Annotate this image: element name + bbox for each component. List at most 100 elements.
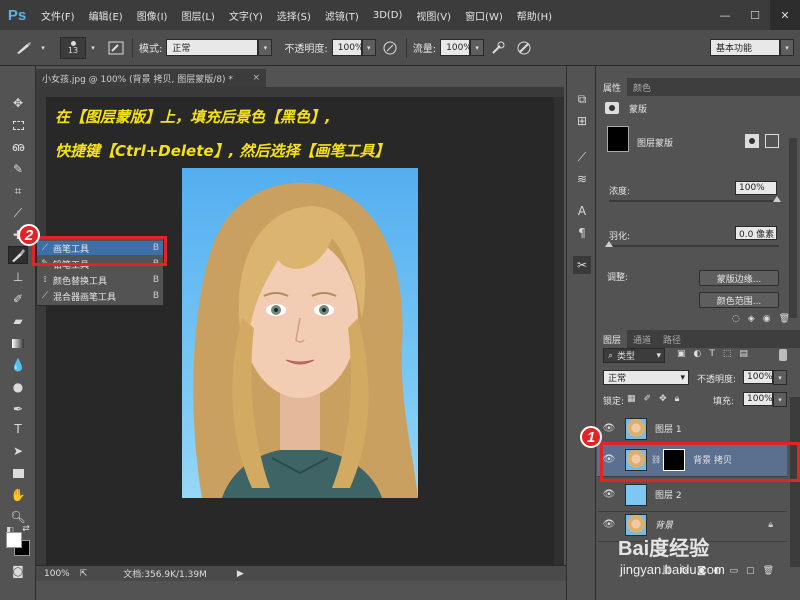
menu-image[interactable]: 图像(I) xyxy=(130,8,175,23)
mask-edge-button[interactable]: 蒙版边缘... xyxy=(699,270,779,286)
blur-tool-icon[interactable]: 💧 xyxy=(8,356,28,374)
brush-size-picker[interactable]: 13 xyxy=(60,36,86,59)
vector-mask-icon[interactable] xyxy=(765,134,779,148)
zoom-level[interactable]: 100% xyxy=(44,569,70,579)
close-window-button[interactable]: ✕ xyxy=(770,0,800,30)
airbrush-icon[interactable] xyxy=(488,38,508,58)
character-panel-icon[interactable]: A xyxy=(573,202,591,220)
export-icon[interactable]: ⇱ xyxy=(80,569,88,579)
visibility-eye-icon[interactable]: 👁︎ xyxy=(597,489,621,500)
history-panel-icon[interactable]: ⧉ xyxy=(573,90,591,108)
feather-input[interactable]: 0.0 像素 xyxy=(735,226,777,240)
brush-panel-icon[interactable]: ⟋ xyxy=(573,148,591,166)
brush-size-chevron-icon[interactable]: ▾ xyxy=(86,39,100,56)
tab-layers[interactable]: 图层 xyxy=(597,330,628,348)
delete-layer-icon[interactable]: 🗑︎ xyxy=(763,566,774,580)
menu-select[interactable]: 选择(S) xyxy=(270,8,318,23)
new-layer-icon[interactable]: ▢ xyxy=(746,566,755,580)
quick-mask-icon[interactable]: ◙ xyxy=(8,562,28,580)
density-input[interactable]: 100% xyxy=(735,181,777,195)
vertical-scrollbar[interactable] xyxy=(554,97,564,565)
opacity-input[interactable]: 100% xyxy=(331,39,363,56)
blend-mode-select[interactable]: 正常 ▾ xyxy=(603,370,689,385)
brush-presets-icon[interactable]: ≋ xyxy=(573,170,591,188)
feather-slider[interactable] xyxy=(609,245,779,247)
mode-select[interactable]: 正常 xyxy=(166,39,259,56)
lock-transparent-icon[interactable]: ▦ xyxy=(627,394,636,404)
toggle-mask-icon[interactable]: ◉ xyxy=(763,314,771,328)
filter-shape-icon[interactable]: ⬚ xyxy=(723,349,732,359)
menu-window[interactable]: 窗口(W) xyxy=(458,8,510,23)
filter-pixel-icon[interactable]: ▣ xyxy=(677,349,686,359)
brush-preset-chevron-icon[interactable]: ▾ xyxy=(36,39,50,56)
shape-tool-icon[interactable] xyxy=(8,464,28,482)
close-tab-icon[interactable]: × xyxy=(252,73,260,83)
document-tab[interactable]: 小女孩.jpg @ 100% (背景 拷贝, 图层蒙版/8) * × xyxy=(36,69,266,87)
filter-adjustment-icon[interactable]: ◐ xyxy=(694,349,702,359)
crop-tool-icon[interactable]: ⌗ xyxy=(8,182,28,200)
dodge-tool-icon[interactable]: ● xyxy=(8,378,28,396)
history-brush-tool-icon[interactable]: ✐ xyxy=(8,290,28,308)
lock-position-icon[interactable]: ✥ xyxy=(659,394,667,404)
density-slider[interactable] xyxy=(609,200,779,202)
gradient-tool-icon[interactable] xyxy=(8,334,28,352)
minimize-button[interactable]: — xyxy=(710,0,740,30)
menu-layer[interactable]: 图层(L) xyxy=(174,8,221,23)
flow-input[interactable]: 100% xyxy=(440,39,472,56)
menu-edit[interactable]: 编辑(E) xyxy=(82,8,130,23)
new-group-icon[interactable]: ▭ xyxy=(730,566,739,580)
properties-scrollbar[interactable] xyxy=(789,138,797,318)
menu-type[interactable]: 文字(Y) xyxy=(222,8,270,23)
tab-properties[interactable]: 属性 xyxy=(597,78,628,96)
apply-mask-icon[interactable]: ◈ xyxy=(748,314,755,328)
status-menu-arrow-icon[interactable]: ▶ xyxy=(237,569,244,579)
clone-stamp-tool-icon[interactable]: ⊥ xyxy=(8,268,28,286)
tool-presets-icon[interactable]: ✂ xyxy=(573,256,591,274)
flyout-item-color-replace[interactable]: ⟟ 颜色替换工具 B xyxy=(37,273,163,287)
layer-filter-select[interactable]: ⌕ 类型 ▾ xyxy=(603,348,665,363)
layer-row-layer2[interactable]: 👁︎ 图层 2 xyxy=(597,478,787,512)
paragraph-panel-icon[interactable]: ¶ xyxy=(573,224,591,242)
workspace-select[interactable]: 基本功能 xyxy=(710,39,780,56)
brush-tool-icon[interactable] xyxy=(8,246,28,264)
filter-type-icon[interactable]: T xyxy=(709,349,715,359)
brush-preset-icon[interactable] xyxy=(14,38,34,58)
lock-all-icon[interactable]: 🔒︎ xyxy=(675,394,680,404)
eraser-tool-icon[interactable]: ▰ xyxy=(8,312,28,330)
menu-3d[interactable]: 3D(D) xyxy=(366,10,410,21)
flyout-item-mixer-brush[interactable]: ⟋ 混合器画笔工具 B xyxy=(37,289,163,303)
hand-tool-icon[interactable]: ✋ xyxy=(8,486,28,504)
tab-paths[interactable]: 路径 xyxy=(657,330,687,348)
pressure-size-icon[interactable] xyxy=(514,38,534,58)
menu-help[interactable]: 帮助(H) xyxy=(510,8,559,23)
type-tool-icon[interactable]: T xyxy=(8,420,28,438)
tab-color[interactable]: 颜色 xyxy=(627,78,657,96)
layers-scrollbar[interactable] xyxy=(790,397,800,567)
density-slider-knob[interactable] xyxy=(773,196,781,202)
maximize-button[interactable]: ☐ xyxy=(740,0,770,30)
lasso-tool-icon[interactable]: ഌ xyxy=(8,138,28,156)
filter-smart-icon[interactable]: ▤ xyxy=(739,349,748,359)
layer-opacity-chevron-icon[interactable]: ▾ xyxy=(773,370,787,385)
menu-filter[interactable]: 滤镜(T) xyxy=(318,8,366,23)
color-range-button[interactable]: 颜色范围... xyxy=(699,292,779,308)
layer-row-layer1[interactable]: 👁︎ 图层 1 xyxy=(597,412,787,446)
lock-pixels-icon[interactable]: ✐ xyxy=(644,394,652,404)
opacity-chevron-icon[interactable]: ▾ xyxy=(361,39,376,56)
filter-toggle[interactable] xyxy=(779,349,787,361)
menu-file[interactable]: 文件(F) xyxy=(34,8,82,23)
actions-panel-icon[interactable]: ⊞ xyxy=(573,112,591,130)
quick-select-tool-icon[interactable]: ✎ xyxy=(8,160,28,178)
brush-panel-toggle-icon[interactable] xyxy=(106,38,126,58)
select-pixel-mask-icon[interactable] xyxy=(745,134,759,148)
load-selection-icon[interactable]: ◌ xyxy=(732,314,740,328)
visibility-eye-icon[interactable]: 👁︎ xyxy=(597,519,621,530)
eyedropper-tool-icon[interactable]: ⟋ xyxy=(8,204,28,222)
fill-input[interactable]: 100% xyxy=(743,392,773,406)
layer-opacity-input[interactable]: 100% xyxy=(743,370,773,384)
move-tool-icon[interactable]: ✥ xyxy=(8,94,28,112)
pressure-opacity-icon[interactable] xyxy=(380,38,400,58)
menu-view[interactable]: 视图(V) xyxy=(409,8,458,23)
path-select-tool-icon[interactable]: ➤ xyxy=(8,442,28,460)
foreground-color-swatch[interactable] xyxy=(6,532,22,548)
